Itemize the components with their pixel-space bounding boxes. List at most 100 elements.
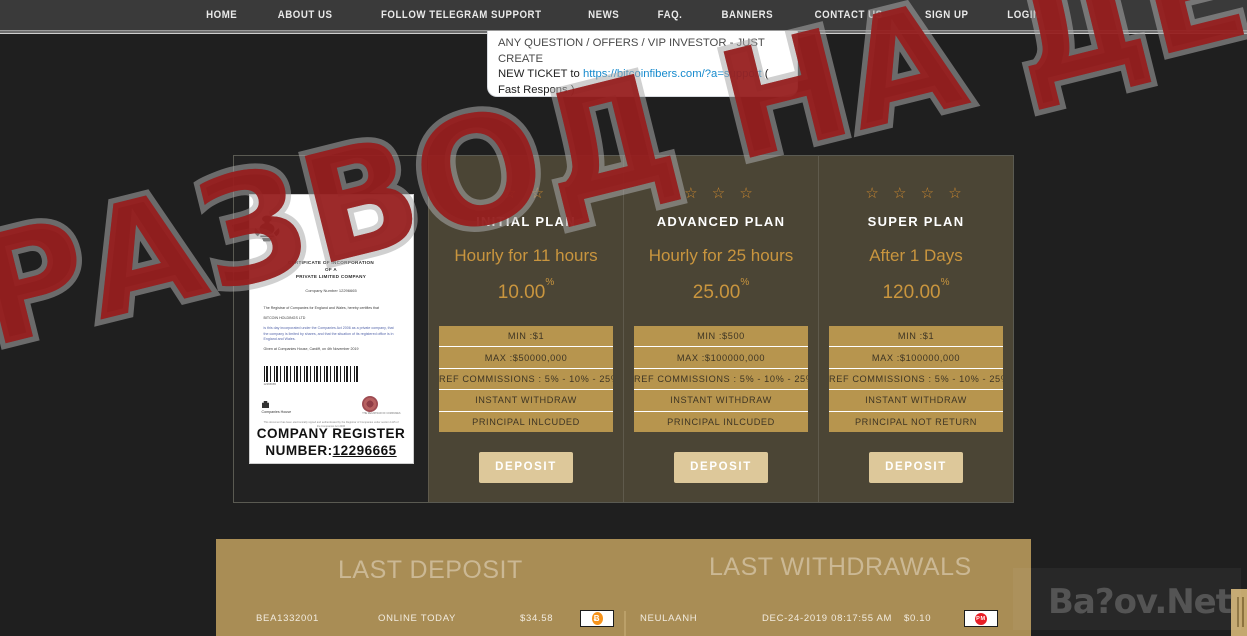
telegram-text-post: ( (761, 68, 769, 80)
nav-item-news[interactable]: NEWS (573, 9, 634, 21)
companies-house-label: Companies House (261, 410, 292, 415)
nav-item-sign-up[interactable]: SIGN UP (910, 9, 983, 21)
certificate-register-overlay: COMPANY REGISTER NUMBER:12296665 (250, 425, 413, 459)
plan-detail-row: INSTANT WITHDRAW (829, 390, 1003, 412)
plan-card-advanced[interactable]: ☆ ☆ ☆ ADVANCED PLAN Hourly for 25 hours … (623, 156, 818, 502)
certificate-paragraph-1: The Registrar of Companies for England a… (263, 306, 380, 310)
nav-item-about-us[interactable]: ABOUT US (262, 9, 347, 21)
certificate-title-line2: OF A (324, 267, 337, 272)
plan-details-table: MIN :$1 MAX :$50000,000 REF COMMISSIONS … (439, 326, 613, 432)
telegram-support-link[interactable]: https://bitcoinfibers.com/?a=support (583, 68, 762, 80)
telegram-text-pre: NEW TICKET to (498, 68, 583, 80)
seal-label: THE REGISTRAR OF COMPANIES (362, 412, 401, 416)
plan-percent-value: 120.00 (882, 282, 941, 303)
registrar-seal: THE REGISTRAR OF COMPANIES (362, 396, 401, 416)
bitcoin-icon: Ƀ (580, 610, 614, 627)
certificate-title: CERTIFICATE OF INCORPORATION OF A PRIVAT… (250, 259, 413, 280)
plan-title: SUPER PLAN (867, 214, 965, 229)
certificate-overlay-line1: COMPANY REGISTER (256, 426, 406, 441)
certificate-overlay-prefix: NUMBER: (265, 443, 333, 458)
plan-detail-row: MIN :$1 (439, 326, 613, 348)
perfectmoney-glyph: PM (975, 612, 987, 625)
plan-detail-row: PRINCIPAL INLCUDED (667, 416, 775, 427)
deposit-amount: $34.58 (520, 613, 554, 624)
plan-percent-symbol: % (545, 276, 555, 288)
plan-detail-row: INSTANT WITHDRAW (634, 390, 808, 412)
withdrawal-time: DEC-24-2019 08:17:55 AM (762, 613, 893, 624)
certificate-barcode-label: 12296665 (263, 382, 276, 387)
withdrawal-username: NEULAANH (640, 613, 698, 624)
transactions-section: LAST DEPOSIT LAST WITHDRAWALS BEA1332001… (216, 539, 1031, 636)
plan-stars-icon: ☆ ☆ ☆ (684, 185, 758, 202)
deposit-button[interactable]: DEPOSIT (479, 451, 573, 483)
plan-detail-row: REF COMMISSIONS : 5% - 10% - 25% (634, 369, 808, 391)
companies-house-icon (261, 401, 269, 409)
certificate-overlay-line2: NUMBER:12296665 (250, 442, 413, 459)
side-scroll-tab[interactable] (1231, 589, 1247, 636)
nav-item-banners[interactable]: BANNERS (706, 9, 787, 21)
plan-detail-row: MIN :$1 (829, 326, 1003, 348)
nav-item-home[interactable]: HOME (191, 9, 252, 21)
page-root: HOME ABOUT US FOLLOW TELEGRAM SUPPORT NE… (0, 0, 1247, 636)
brand-watermark-box (1013, 568, 1241, 630)
telegram-message-line-2: NEW TICKET to https://bitcoinfibers.com/… (498, 67, 787, 83)
deposit-time: ONLINE TODAY (378, 613, 457, 624)
plan-detail-row: PRINCIPAL NOT RETURN (854, 416, 978, 427)
withdrawal-amount: $0.10 (904, 613, 932, 624)
plan-detail-row: MAX :$100000,000 (634, 347, 808, 369)
royal-crest-icon (254, 215, 279, 242)
withdrawal-table-row: NEULAANH DEC-24-2019 08:17:55 AM $0.10 P… (640, 610, 1012, 627)
certificate-barcode (263, 366, 359, 383)
deposit-button[interactable]: DEPOSIT (869, 451, 963, 483)
plan-detail-row: MAX :$100000,000 (829, 347, 1003, 369)
plan-percent-value: 25.00 (692, 282, 741, 303)
plan-detail-row: REF COMMISSIONS : 5% - 10% - 25% (829, 369, 1003, 391)
plan-term: Hourly for 25 hours (648, 246, 794, 265)
plan-percentage: 25.00% (624, 277, 818, 304)
scroll-tab-line-1 (1237, 597, 1239, 627)
nav-item-follow-telegram-support[interactable]: FOLLOW TELEGRAM SUPPORT (366, 9, 556, 21)
certificate-of-incorporation-image: CERTIFICATE OF INCORPORATION OF A PRIVAT… (249, 195, 413, 463)
certificate-footer: Companies House THE REGISTRAR OF COMPANI… (261, 396, 401, 416)
scroll-tab-line-2 (1242, 597, 1244, 627)
plan-detail-row: INSTANT WITHDRAW (439, 390, 613, 412)
certificate-company-number: Company Number 12296665 (305, 288, 357, 293)
plan-percentage: 10.00% (429, 277, 623, 304)
last-withdrawals-heading: LAST WITHDRAWALS (709, 553, 972, 581)
plan-percentage: 120.00% (819, 277, 1013, 304)
deposit-table-row: BEA1332001 ONLINE TODAY $34.58 Ƀ (256, 610, 624, 627)
deposit-button[interactable]: DEPOSIT (674, 451, 768, 483)
plan-card-initial[interactable]: ☆ ☆ INITIAL PLAN Hourly for 11 hours 10.… (428, 156, 623, 502)
plan-details-table: MIN :$500 MAX :$100000,000 REF COMMISSIO… (634, 326, 808, 432)
nav-item-contact-us[interactable]: CONTACT US (800, 9, 898, 21)
seal-icon (362, 396, 379, 413)
plan-title: INITIAL PLAN (476, 214, 576, 229)
top-navigation-bar: HOME ABOUT US FOLLOW TELEGRAM SUPPORT NE… (0, 0, 1247, 31)
certificate-title-line1: CERTIFICATE OF INCORPORATION (287, 260, 375, 265)
telegram-post-widget: ANY QUESTION / OFFERS / VIP INVESTOR - J… (487, 31, 798, 97)
bitcoin-glyph: Ƀ (591, 612, 603, 625)
certificate-body: The Registrar of Companies for England a… (264, 306, 399, 352)
plan-detail-row: MAX :$50000,000 (439, 347, 613, 369)
last-deposit-heading: LAST DEPOSIT (338, 556, 523, 584)
brand-watermark: Ba?ov.Net (1047, 582, 1232, 622)
companies-house-logo: Companies House (261, 401, 292, 415)
certificate-column: CERTIFICATE OF INCORPORATION OF A PRIVAT… (234, 156, 428, 502)
plan-card-super[interactable]: ☆ ☆ ☆ ☆ SUPER PLAN After 1 Days 120.00% … (818, 156, 1013, 502)
telegram-message-line-1: ANY QUESTION / OFFERS / VIP INVESTOR - J… (498, 37, 765, 65)
plan-detail-row: REF COMMISSIONS : 5% - 10% - 25% (439, 369, 613, 391)
certificate-company-name: BITCOIN HOLDINGS LTD (263, 316, 306, 321)
certificate-paragraph-3: Given at Companies House, Cardiff, on 4t… (263, 347, 359, 352)
plan-title: ADVANCED PLAN (656, 214, 786, 229)
plan-detail-row: PRINCIPAL INLCUDED (472, 416, 580, 427)
plan-details-table: MIN :$1 MAX :$100000,000 REF COMMISSIONS… (829, 326, 1003, 432)
certificate-overlay-number: 12296665 (332, 443, 397, 458)
investment-plans-panel: CERTIFICATE OF INCORPORATION OF A PRIVAT… (233, 155, 1014, 503)
certificate-paragraph-2: is this day incorporated under the Compa… (263, 326, 394, 341)
nav-item-login[interactable]: LOGIN (992, 9, 1055, 21)
nav-item-faq[interactable]: FAQ. (642, 9, 697, 21)
plan-percent-symbol: % (940, 276, 950, 288)
telegram-message-line-3: Fast Respons ) (498, 83, 575, 96)
plan-percent-symbol: % (740, 276, 750, 288)
plan-stars-icon: ☆ ☆ (502, 185, 550, 202)
